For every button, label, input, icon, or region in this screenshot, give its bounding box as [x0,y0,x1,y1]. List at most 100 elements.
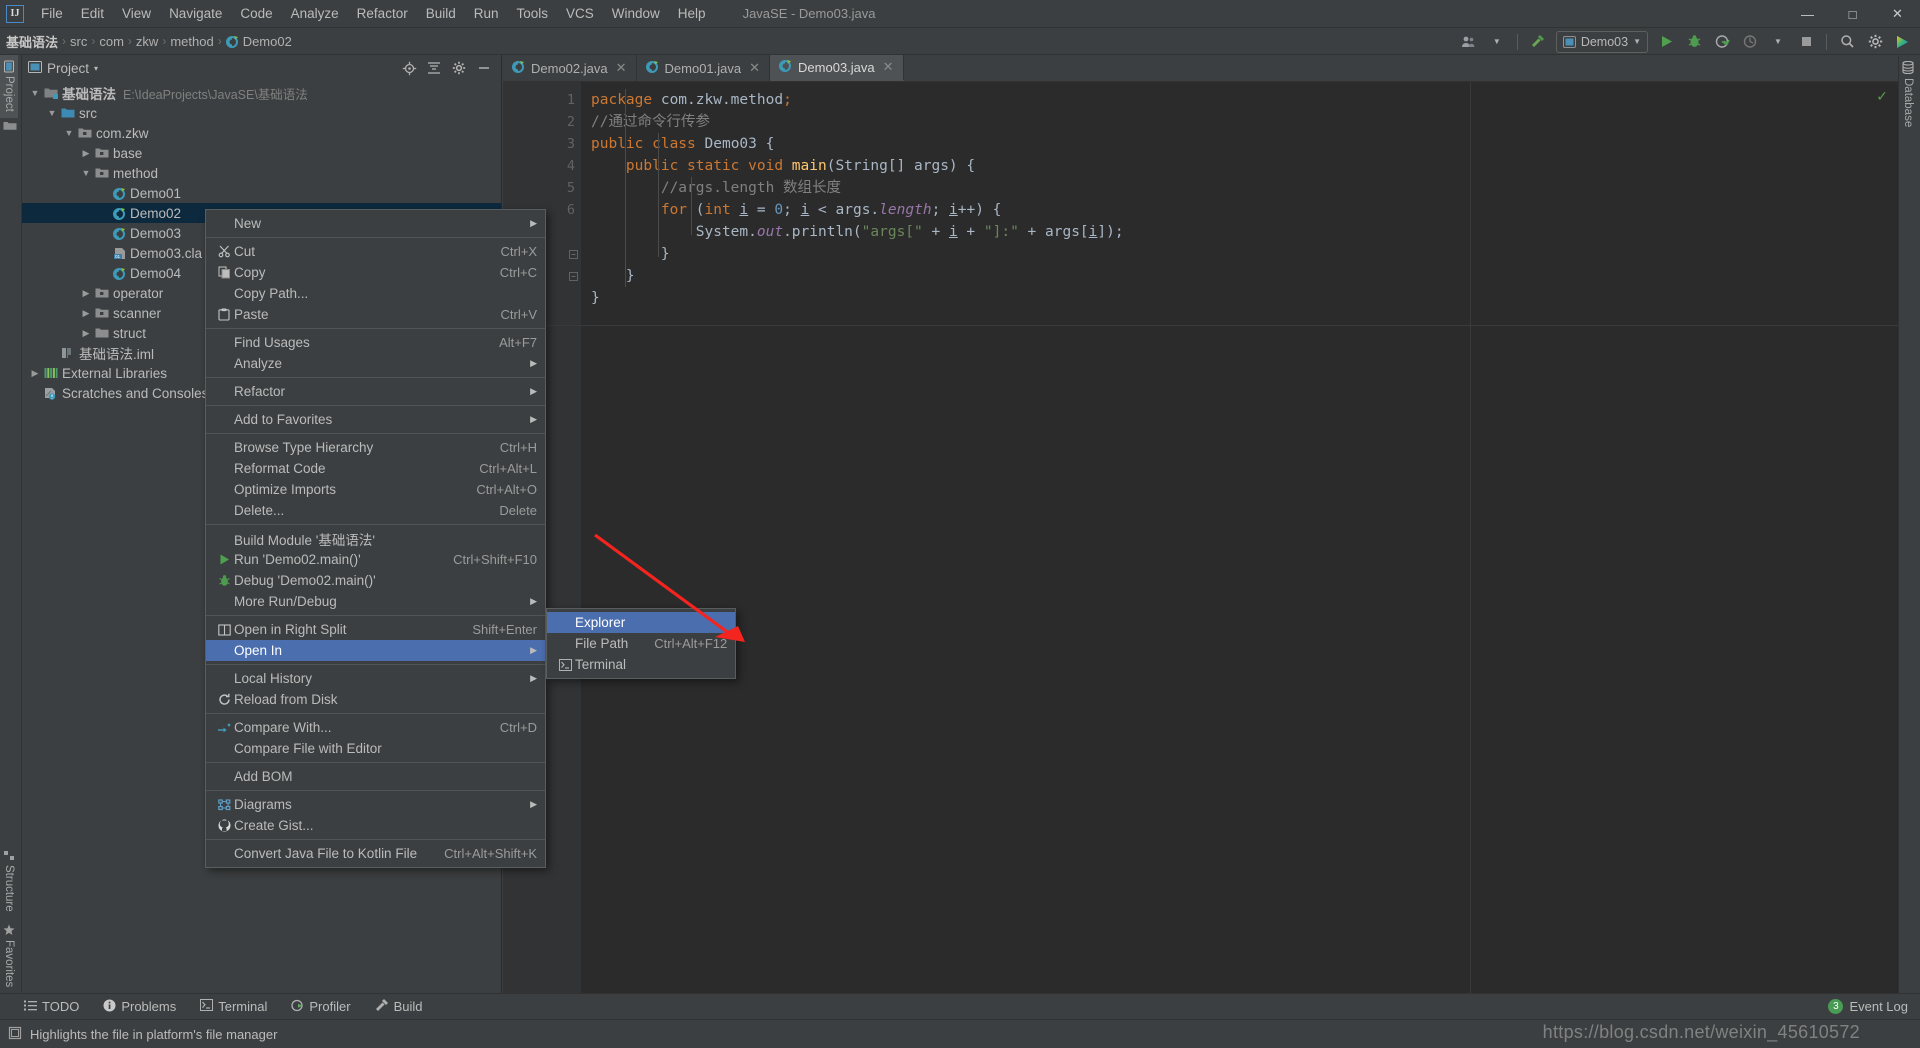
menu-analyze[interactable]: Analyze [282,2,348,25]
menu-file[interactable]: File [32,2,72,25]
context-menu-item-debug-demo02-main[interactable]: Debug 'Demo02.main()' [206,570,545,591]
tree-node-com.zkw[interactable]: ▼ com.zkw [22,123,501,143]
event-log-area[interactable]: 3 Event Log [1828,999,1920,1014]
tree-node-base[interactable]: ▶ base [22,143,501,163]
menu-view[interactable]: View [113,2,160,25]
context-menu-item-compare-file-with-editor[interactable]: Compare File with Editor [206,738,545,759]
close-tab-icon[interactable]: ✕ [616,60,627,76]
code-editor[interactable]: 1 2 3 4 5 6− − package com.zkw.method;//通过命令行传… [503,82,1898,993]
locate-target-icon[interactable] [398,57,420,79]
chevron-down-icon[interactable]: ▼ [28,88,42,98]
editor-tab-Demo03[interactable]: Demo03.java ✕ [770,55,904,81]
context-menu[interactable]: New ▶ Cut Ctrl+X Copy Ctrl+C Copy Path... Paste… [205,209,546,868]
chevron-down-icon[interactable]: ▼ [1765,30,1791,53]
bottom-item-profiler[interactable]: Profiler [279,999,362,1015]
context-menu-item-refactor[interactable]: Refactor ▶ [206,381,545,402]
event-log-label[interactable]: Event Log [1849,999,1908,1014]
context-menu-item-open-in[interactable]: Open In ▶ [206,640,545,661]
sidebar-item-database[interactable]: Database [1899,55,1917,133]
context-menu-item-analyze[interactable]: Analyze ▶ [206,353,545,374]
bottom-item-problems[interactable]: Problems [91,999,188,1015]
menu-refactor[interactable]: Refactor [348,2,417,25]
sidebar-item-folder[interactable] [0,118,20,137]
menu-run[interactable]: Run [465,2,508,25]
breadcrumb-item-src[interactable]: src [70,34,87,49]
sidebar-item-structure[interactable]: Structure [0,844,18,918]
context-menu-item-copy[interactable]: Copy Ctrl+C [206,262,545,283]
settings-gear-icon[interactable] [1862,30,1888,53]
context-menu-item-new[interactable]: New ▶ [206,213,545,234]
debug-icon[interactable] [1681,30,1707,53]
context-menu-item-diagrams[interactable]: Diagrams ▶ [206,794,545,815]
code-content[interactable]: package com.zkw.method; //通过命令行传参 public c… [581,82,1898,993]
menu-window[interactable]: Window [603,2,669,25]
menu-build[interactable]: Build [417,2,465,25]
fold-expand-icon[interactable]: − [569,272,578,281]
tree-node-src[interactable]: ▼ src [22,103,501,123]
context-menu-item-convert-java-file-to-kotlin-file[interactable]: Convert Java File to Kotlin File Ctrl+Alt… [206,843,545,864]
bottom-item-terminal[interactable]: Terminal [188,999,279,1014]
context-menu-item-add-to-favorites[interactable]: Add to Favorites ▶ [206,409,545,430]
profiler-icon[interactable] [1737,30,1763,53]
context-menu-item-browse-type-hierarchy[interactable]: Browse Type Hierarchy Ctrl+H [206,437,545,458]
context-menu-item-copy-path[interactable]: Copy Path... [206,283,545,304]
tree-node-method[interactable]: ▼ method [22,163,501,183]
chevron-right-icon[interactable]: ▶ [79,288,93,299]
submenu-item-explorer[interactable]: Explorer [547,612,735,633]
menu-vcs[interactable]: VCS [557,2,603,25]
fold-expand-icon[interactable]: − [569,250,578,259]
build-hammer-icon[interactable] [1525,30,1551,53]
chevron-down-icon[interactable]: ▼ [79,168,93,178]
context-menu-item-find-usages[interactable]: Find Usages Alt+F7 [206,332,545,353]
chevron-right-icon[interactable]: ▶ [79,328,93,339]
collapse-all-icon[interactable] [423,57,445,79]
tree-node-Demo01[interactable]: Demo01 [22,183,501,203]
editor-tab-Demo02[interactable]: Demo02.java ✕ [503,55,637,81]
hide-panel-icon[interactable] [473,57,495,79]
context-menu-item-open-in-right-split[interactable]: Open in Right Split Shift+Enter [206,619,545,640]
chevron-down-icon[interactable]: ▼ [1484,30,1510,53]
settings-gear-icon[interactable] [448,57,470,79]
context-menu-item-local-history[interactable]: Local History ▶ [206,668,545,689]
menu-help[interactable]: Help [669,2,715,25]
breadcrumb-item-基础语法[interactable]: 基础语法 [6,32,58,51]
stop-icon[interactable] [1793,30,1819,53]
context-menu-item-paste[interactable]: Paste Ctrl+V [206,304,545,325]
submenu-item-terminal[interactable]: Terminal [547,654,735,675]
context-menu-item-optimize-imports[interactable]: Optimize Imports Ctrl+Alt+O [206,479,545,500]
run-icon[interactable] [1653,30,1679,53]
sidebar-item-project[interactable]: Project [0,55,18,118]
breadcrumb-item-method[interactable]: method [170,34,213,49]
menu-code[interactable]: Code [231,2,281,25]
chevron-right-icon[interactable]: ▶ [79,308,93,319]
bottom-item-todo[interactable]: TODO [12,999,91,1014]
context-menu-item-delete[interactable]: Delete... Delete [206,500,545,521]
chevron-down-icon[interactable]: ▾ [94,64,98,73]
breadcrumb-item-com[interactable]: com [99,34,124,49]
context-menu-item-cut[interactable]: Cut Ctrl+X [206,241,545,262]
chevron-right-icon[interactable]: ▶ [79,148,93,159]
context-menu-item-more-run-debug[interactable]: More Run/Debug ▶ [206,591,545,612]
sidebar-item-favorites[interactable]: Favorites [0,918,18,993]
user-icon[interactable] [1456,30,1482,53]
chevron-right-icon[interactable]: ▶ [28,368,42,379]
inspection-status-icon[interactable]: ✓ [1876,88,1888,105]
editor-tab-Demo01[interactable]: Demo01.java ✕ [637,55,771,81]
chevron-down-icon[interactable]: ▼ [62,128,76,138]
search-everywhere-icon[interactable] [1834,30,1860,53]
menu-navigate[interactable]: Navigate [160,2,231,25]
run-with-coverage-icon[interactable] [1709,30,1735,53]
menu-tools[interactable]: Tools [508,2,558,25]
tree-node-[interactable]: ▼ 基础语法 E:\IdeaProjects\JavaSE\基础语法 [22,83,501,103]
context-menu-item-build-module[interactable]: Build Module '基础语法' [206,528,545,549]
close-button[interactable]: ✕ [1875,0,1920,28]
context-menu-item-run-demo02-main[interactable]: Run 'Demo02.main()' Ctrl+Shift+F10 [206,549,545,570]
context-menu-item-reformat-code[interactable]: Reformat Code Ctrl+Alt+L [206,458,545,479]
minimize-button[interactable]: — [1785,0,1830,28]
submenu-item-file-path[interactable]: File Path Ctrl+Alt+F12 [547,633,735,654]
breadcrumb-item-zkw[interactable]: zkw [136,34,158,49]
open-in-submenu[interactable]: Explorer File Path Ctrl+Alt+F12 Terminal [546,608,736,679]
bottom-item-build[interactable]: Build [363,998,435,1015]
run-configuration-selector[interactable]: Demo03 ▼ [1555,30,1648,53]
context-menu-item-compare-with[interactable]: Compare With... Ctrl+D [206,717,545,738]
